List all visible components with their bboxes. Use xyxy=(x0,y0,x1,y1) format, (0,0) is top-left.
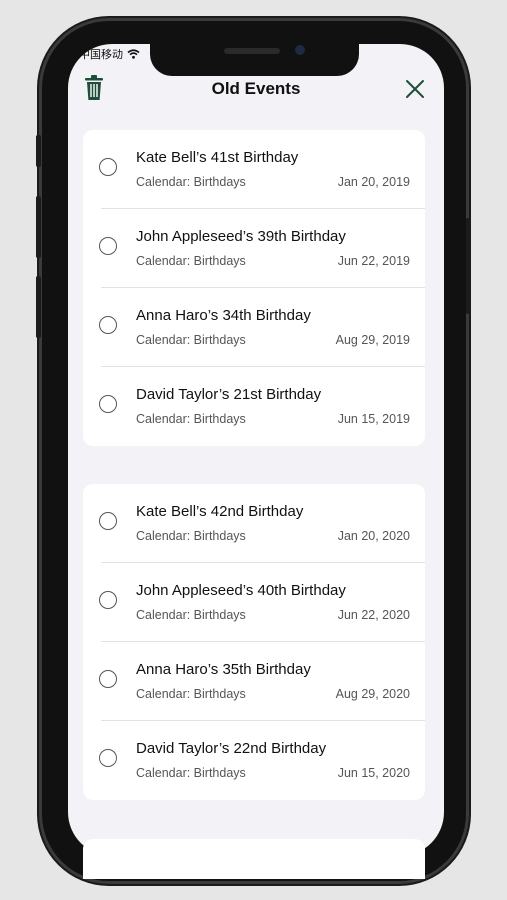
event-date: Jun 15, 2019 xyxy=(337,412,410,426)
notch xyxy=(150,40,359,76)
event-calendar: Calendar: Birthdays xyxy=(136,687,246,701)
event-row[interactable]: Kate Bell’s 42nd Birthday Calendar: Birt… xyxy=(83,484,425,563)
event-row[interactable]: Kate Bell’s 41st Birthday Calendar: Birt… xyxy=(83,130,425,209)
event-title: Kate Bell’s 41st Birthday xyxy=(136,149,299,166)
status-bar: 中国移动 xyxy=(79,46,140,62)
event-date: Jan 20, 2019 xyxy=(337,175,410,189)
event-date: Aug 29, 2020 xyxy=(335,687,410,701)
select-radio[interactable] xyxy=(99,158,117,176)
event-calendar: Calendar: Birthdays xyxy=(136,254,246,268)
event-row[interactable]: John Appleseed’s 40th Birthday Calendar:… xyxy=(83,563,425,642)
event-calendar: Calendar: Birthdays xyxy=(136,608,246,622)
event-title: David Taylor’s 21st Birthday xyxy=(136,386,322,403)
event-title: Anna Haro’s 35th Birthday xyxy=(136,661,311,678)
front-camera xyxy=(295,45,305,55)
nav-header: Old Events xyxy=(68,70,444,110)
next-event-group xyxy=(83,839,425,879)
event-date: Jun 22, 2020 xyxy=(337,608,410,622)
event-calendar: Calendar: Birthdays xyxy=(136,529,246,543)
event-calendar: Calendar: Birthdays xyxy=(136,766,246,780)
event-title: John Appleseed’s 39th Birthday xyxy=(136,228,346,245)
select-radio[interactable] xyxy=(99,749,117,767)
select-radio[interactable] xyxy=(99,316,117,334)
event-row[interactable]: David Taylor’s 22nd Birthday Calendar: B… xyxy=(83,721,425,800)
select-radio[interactable] xyxy=(99,237,117,255)
select-radio[interactable] xyxy=(99,395,117,413)
carrier-label: 中国移动 xyxy=(79,49,123,61)
select-radio[interactable] xyxy=(99,512,117,530)
event-row[interactable]: Anna Haro’s 34th Birthday Calendar: Birt… xyxy=(83,288,425,367)
select-radio[interactable] xyxy=(99,591,117,609)
event-title: David Taylor’s 22nd Birthday xyxy=(136,740,327,757)
event-date: Aug 29, 2019 xyxy=(335,333,410,347)
event-calendar: Calendar: Birthdays xyxy=(136,412,246,426)
event-date: Jun 15, 2020 xyxy=(337,766,410,780)
page-title: Old Events xyxy=(211,79,301,98)
volume-down-button xyxy=(36,276,41,338)
select-radio[interactable] xyxy=(99,670,117,688)
event-row[interactable]: David Taylor’s 21st Birthday Calendar: B… xyxy=(83,367,425,446)
volume-up-button xyxy=(36,196,41,258)
event-title: Kate Bell’s 42nd Birthday xyxy=(136,503,304,520)
event-row[interactable]: Anna Haro’s 35th Birthday Calendar: Birt… xyxy=(83,642,425,721)
event-group-2019: Kate Bell’s 41st Birthday Calendar: Birt… xyxy=(83,130,425,446)
close-button[interactable] xyxy=(404,78,426,100)
event-date: Jun 22, 2019 xyxy=(337,254,410,268)
event-calendar: Calendar: Birthdays xyxy=(136,333,246,347)
event-title: John Appleseed’s 40th Birthday xyxy=(136,582,346,599)
event-group-2020: Kate Bell’s 42nd Birthday Calendar: Birt… xyxy=(83,484,425,800)
wifi-icon xyxy=(127,49,140,59)
event-calendar: Calendar: Birthdays xyxy=(136,175,246,189)
speaker xyxy=(224,48,280,54)
power-button xyxy=(466,218,471,314)
event-row[interactable]: John Appleseed’s 39th Birthday Calendar:… xyxy=(83,209,425,288)
event-date: Jan 20, 2020 xyxy=(337,529,410,543)
event-title: Anna Haro’s 34th Birthday xyxy=(136,307,311,324)
mute-switch xyxy=(36,135,41,167)
close-icon xyxy=(406,80,424,98)
